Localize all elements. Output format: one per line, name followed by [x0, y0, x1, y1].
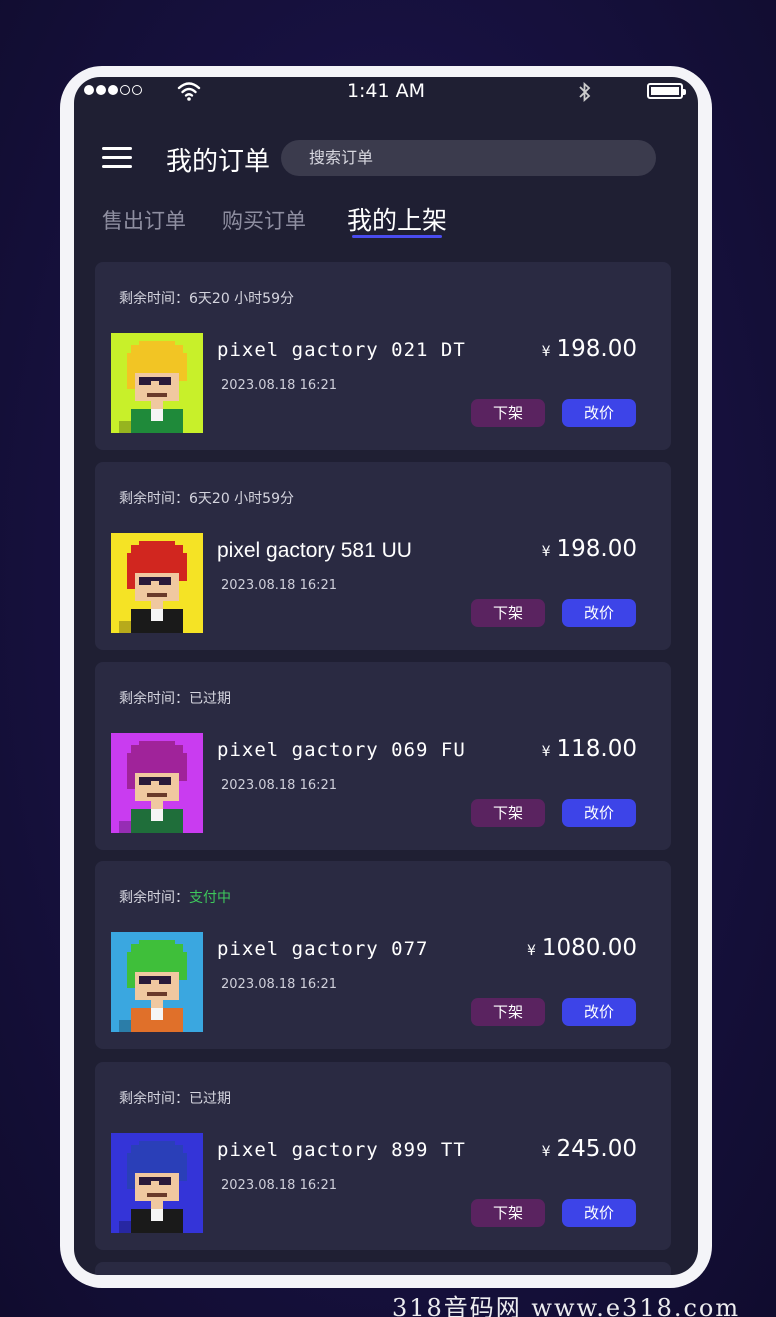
remaining-time-value: 6天20 小时59分	[189, 291, 294, 307]
avatar-purple-hair-icon	[111, 733, 203, 833]
tab-sold-orders[interactable]: 售出订单	[102, 205, 186, 235]
listing-card-partial	[95, 1262, 671, 1275]
hamburger-menu-icon[interactable]	[102, 147, 132, 169]
avatar-red-hair-icon	[111, 533, 203, 633]
item-name: pixel gactory 899 TT	[217, 1139, 466, 1161]
change-price-button[interactable]: 改价	[562, 799, 636, 827]
remaining-time: 剩余时间：6天20 小时59分	[119, 488, 294, 508]
item-name: pixel gactory 077	[217, 938, 429, 960]
watermark-text: 318音码网 www.e318.com	[392, 1294, 741, 1317]
remaining-time-value: 已过期	[189, 691, 231, 707]
price-value: 1080.00	[541, 935, 637, 961]
item-name: pixel gactory 069 FU	[217, 739, 466, 761]
listing-date: 2023.08.18 16:21	[221, 578, 338, 593]
delist-button[interactable]: 下架	[471, 599, 545, 627]
item-price: ¥245.00	[542, 1136, 637, 1162]
battery-icon	[647, 83, 686, 99]
currency-symbol: ¥	[541, 544, 551, 560]
remaining-time: 剩余时间：6天20 小时59分	[119, 288, 294, 308]
change-price-button[interactable]: 改价	[562, 399, 636, 427]
status-bar: 1:41 AM	[74, 77, 698, 107]
remaining-time-label: 剩余时间：	[119, 1091, 189, 1107]
nft-avatar-thumbnail[interactable]	[111, 533, 203, 633]
delist-button[interactable]: 下架	[471, 799, 545, 827]
item-price: ¥1080.00	[527, 935, 637, 961]
delist-button[interactable]: 下架	[471, 399, 545, 427]
nft-avatar-thumbnail[interactable]	[111, 333, 203, 433]
currency-symbol: ¥	[541, 744, 551, 760]
item-price: ¥198.00	[542, 336, 637, 362]
change-price-button[interactable]: 改价	[562, 599, 636, 627]
listing-card[interactable]: 剩余时间：已过期 pixel gactory 069 FU 2023.08.18…	[95, 662, 671, 850]
phone-screen: 1:41 AM 我的订单 搜索订单 售出订单 购买订单 我的上架 剩余时间：6天…	[74, 77, 698, 1275]
currency-symbol: ¥	[541, 1144, 551, 1160]
currency-symbol: ¥	[526, 943, 536, 959]
delist-button[interactable]: 下架	[471, 998, 545, 1026]
listing-card[interactable]: 剩余时间：已过期 pixel gactory 899 TT 2023.08.18…	[95, 1062, 671, 1250]
change-price-button[interactable]: 改价	[562, 998, 636, 1026]
remaining-time: 剩余时间：支付中	[119, 887, 231, 907]
item-name: pixel gactory 581 UU	[217, 539, 412, 562]
search-input[interactable]: 搜索订单	[281, 140, 656, 176]
remaining-time-label: 剩余时间：	[119, 491, 189, 507]
listing-card[interactable]: 剩余时间：6天20 小时59分 pixel gactory 581 UU 202…	[95, 462, 671, 650]
tab-my-listings[interactable]: 我的上架	[347, 201, 447, 237]
active-tab-indicator	[352, 235, 442, 238]
nft-avatar-thumbnail[interactable]	[111, 733, 203, 833]
bluetooth-icon	[579, 81, 591, 103]
status-time: 1:41 AM	[346, 80, 426, 102]
listing-date: 2023.08.18 16:21	[221, 977, 338, 992]
page-title: 我的订单	[166, 147, 271, 177]
currency-symbol: ¥	[541, 344, 551, 360]
avatar-green-hair-icon	[111, 932, 203, 1032]
listing-date: 2023.08.18 16:21	[221, 378, 338, 393]
remaining-time-value: 支付中	[189, 890, 231, 906]
item-name: pixel gactory 021 DT	[217, 339, 466, 361]
remaining-time-value: 6天20 小时59分	[189, 491, 294, 507]
remaining-time-label: 剩余时间：	[119, 691, 189, 707]
tab-purchase-orders[interactable]: 购买订单	[222, 205, 306, 235]
listing-card[interactable]: 剩余时间：6天20 小时59分 pixel gactory 021 DT 202…	[95, 262, 671, 450]
remaining-time-value: 已过期	[189, 1091, 231, 1107]
remaining-time: 剩余时间：已过期	[119, 1088, 231, 1108]
price-value: 198.00	[556, 536, 637, 562]
item-price: ¥118.00	[542, 736, 637, 762]
avatar-blue-hair-icon	[111, 1133, 203, 1233]
item-price: ¥198.00	[542, 536, 637, 562]
nft-avatar-thumbnail[interactable]	[111, 1133, 203, 1233]
listing-date: 2023.08.18 16:21	[221, 778, 338, 793]
listing-card[interactable]: 剩余时间：支付中 pixel gactory 077 2023.08.18 16…	[95, 861, 671, 1049]
listing-date: 2023.08.18 16:21	[221, 1178, 338, 1193]
avatar-blonde-glasses-icon	[111, 333, 203, 433]
remaining-time-label: 剩余时间：	[119, 291, 189, 307]
remaining-time-label: 剩余时间：	[119, 890, 189, 906]
delist-button[interactable]: 下架	[471, 1199, 545, 1227]
price-value: 118.00	[556, 736, 637, 762]
change-price-button[interactable]: 改价	[562, 1199, 636, 1227]
remaining-time: 剩余时间：已过期	[119, 688, 231, 708]
price-value: 245.00	[556, 1136, 637, 1162]
price-value: 198.00	[556, 336, 637, 362]
nft-avatar-thumbnail[interactable]	[111, 932, 203, 1032]
